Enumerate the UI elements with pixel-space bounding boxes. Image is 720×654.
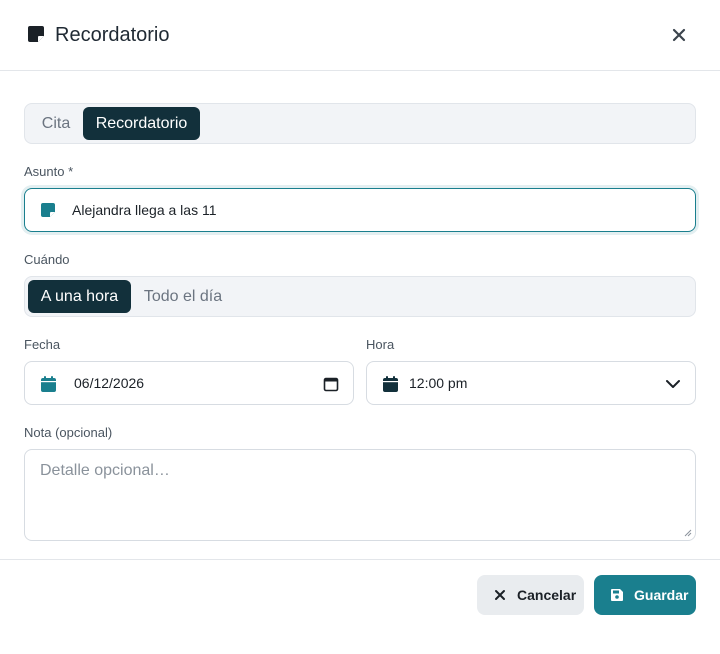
date-label: Fecha: [24, 337, 61, 352]
note-placeholder: Detalle opcional…: [40, 462, 170, 479]
date-input[interactable]: 06/12/2026: [24, 361, 354, 405]
tab-cita[interactable]: Cita: [28, 107, 84, 140]
note-label: Nota (opcional): [24, 425, 113, 440]
save-icon: [611, 589, 623, 601]
sticky-note-icon: [28, 26, 44, 42]
calendar-icon: [383, 376, 398, 392]
cancel-button-label: Cancelar: [517, 587, 577, 603]
subject-value: Alejandra llega a las 11: [72, 202, 217, 218]
dialog-footer: Cancelar Guardar: [0, 559, 720, 654]
when-label: Cuándo: [24, 252, 70, 267]
when-options: A una hora Todo el día: [24, 276, 696, 317]
sticky-note-icon: [41, 203, 55, 217]
option-a-una-hora[interactable]: A una hora: [28, 280, 131, 313]
close-icon: [495, 590, 505, 600]
calendar-picker-icon[interactable]: [323, 376, 339, 392]
subject-label: Asunto *: [24, 164, 74, 179]
dialog-header: Recordatorio: [0, 0, 720, 71]
type-tabs: Cita Recordatorio: [24, 103, 696, 144]
date-value: 06/12/2026: [74, 375, 145, 391]
reminder-dialog: Recordatorio Cita Recordatorio Asunto * …: [0, 0, 720, 654]
subject-input[interactable]: Alejandra llega a las 11: [24, 188, 696, 232]
calendar-icon: [41, 376, 56, 392]
note-textarea[interactable]: Detalle opcional…: [24, 449, 696, 541]
resize-handle-icon[interactable]: [684, 529, 692, 537]
time-label: Hora: [366, 337, 395, 352]
close-icon[interactable]: [668, 24, 690, 46]
chevron-down-icon[interactable]: [665, 376, 681, 392]
cancel-button[interactable]: Cancelar: [477, 575, 584, 615]
dialog-title: Recordatorio: [55, 24, 170, 46]
option-todo-el-dia[interactable]: Todo el día: [131, 280, 235, 313]
tab-recordatorio[interactable]: Recordatorio: [83, 107, 200, 140]
time-value: 12:00 pm: [409, 375, 468, 391]
save-button[interactable]: Guardar: [594, 575, 696, 615]
time-select[interactable]: 12:00 pm: [366, 361, 696, 405]
save-button-label: Guardar: [634, 587, 689, 603]
